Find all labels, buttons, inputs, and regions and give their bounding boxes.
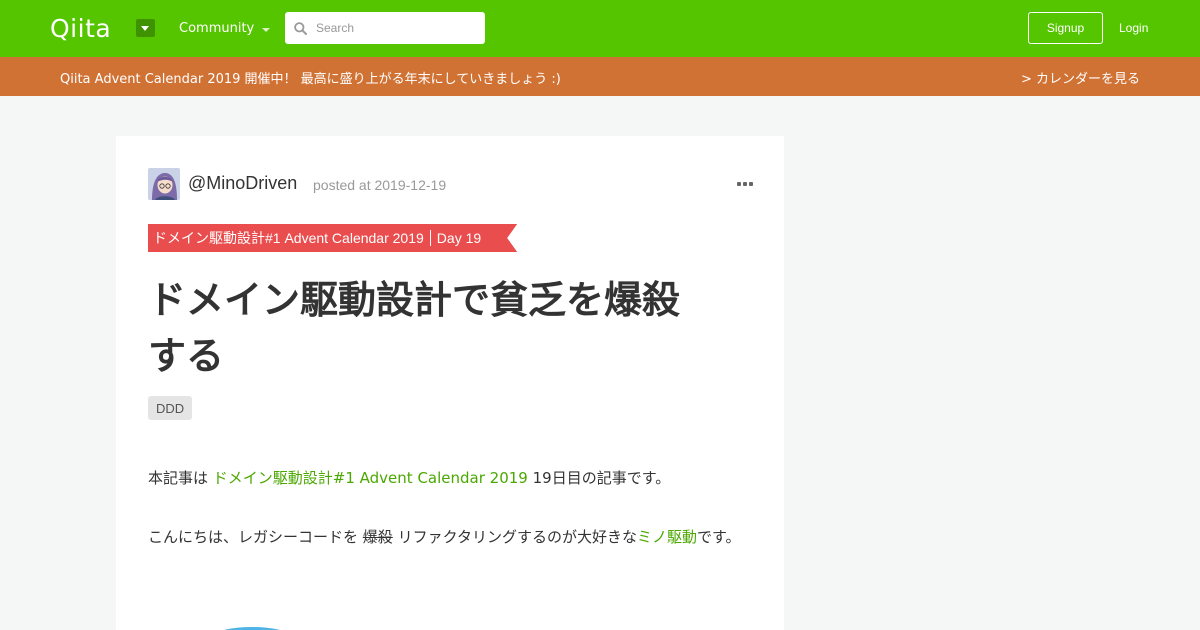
chevron-down-icon — [262, 27, 271, 32]
ribbon-divider — [430, 230, 431, 246]
advent-calendar-banner: Qiita Advent Calendar 2019 開催中！ 最高に盛り上がる… — [0, 57, 1200, 96]
signup-button[interactable]: Signup — [1028, 12, 1103, 44]
community-label: Community — [179, 21, 255, 36]
p2-middle: リファクタリングするのが大好きな — [392, 528, 637, 546]
p1-prefix: 本記事は — [148, 469, 213, 487]
calendar-name: ドメイン駆動設計#1 Advent Calendar 2019 — [153, 230, 424, 246]
article-title: ドメイン駆動設計で貧乏を爆殺 する — [148, 272, 748, 384]
top-navbar: Qiita Community Signup Login — [0, 0, 1200, 57]
login-link[interactable]: Login — [1119, 21, 1148, 35]
struck-word: 爆殺 — [362, 528, 393, 546]
search-input[interactable] — [316, 12, 476, 44]
article-card: @MinoDriven posted at 2019-12-19 ドメイン駆動設… — [116, 136, 784, 630]
intro-paragraph: 本記事は ドメイン駆動設計#1 Advent Calendar 2019 19日… — [148, 468, 758, 488]
advent-calendar-link[interactable]: ドメイン駆動設計#1 Advent Calendar 2019 — [213, 469, 528, 487]
title-line-2: する — [148, 334, 225, 378]
community-menu[interactable]: Community — [179, 21, 271, 36]
advent-calendar-ribbon[interactable]: ドメイン駆動設計#1 Advent Calendar 2019 Day 19 — [148, 224, 517, 252]
p1-suffix: 19日目の記事です。 — [527, 469, 671, 487]
search-icon — [294, 22, 307, 35]
greeting-paragraph: こんにちは、レガシーコードを 爆殺 リファクタリングするのが大好きなミノ駆動です… — [148, 522, 758, 552]
author-avatar[interactable] — [148, 168, 180, 200]
author-username[interactable]: @MinoDriven — [188, 173, 297, 194]
banner-text: Qiita Advent Calendar 2019 開催中！ 最高に盛り上がる… — [60, 72, 561, 87]
p2-suffix: です。 — [696, 528, 741, 546]
more-options-icon[interactable] — [737, 182, 753, 186]
calendar-day: Day 19 — [436, 230, 482, 246]
title-line-1: ドメイン駆動設計で貧乏を爆殺 — [148, 278, 681, 322]
p2-prefix: こんにちは、レガシーコードを — [148, 528, 363, 546]
qiita-logo[interactable]: Qiita — [50, 13, 111, 43]
posted-date: posted at 2019-12-19 — [313, 177, 447, 193]
tag-ddd[interactable]: DDD — [148, 396, 193, 420]
search-box[interactable] — [285, 12, 485, 44]
author-name-link[interactable]: ミノ駆動 — [637, 528, 697, 546]
logo-dropdown-button[interactable] — [136, 19, 155, 37]
view-calendar-link[interactable]: > カレンダーを見る — [1021, 68, 1140, 87]
